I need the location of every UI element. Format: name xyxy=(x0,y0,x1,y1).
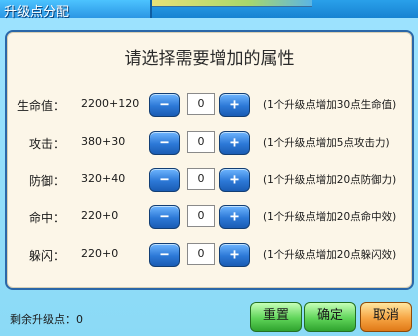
attribute-row-dodge: 躲闪： 220+0 − 0 + (1个升级点增加20点躲闪效) xyxy=(7,242,412,268)
increase-button[interactable]: + xyxy=(219,93,250,117)
plus-icon: + xyxy=(229,245,240,263)
increase-button[interactable]: + xyxy=(219,131,250,155)
attribute-label: 防御： xyxy=(28,174,65,188)
cancel-button[interactable]: 取消 xyxy=(360,302,412,332)
allocation-input[interactable]: 0 xyxy=(187,168,215,190)
reset-button[interactable]: 重置 xyxy=(250,302,302,332)
attribute-value: 380+30 xyxy=(81,135,126,148)
increase-button[interactable]: + xyxy=(219,205,250,229)
attribute-note: (1个升级点增加30点生命值) xyxy=(263,99,397,111)
attribute-panel: 请选择需要增加的属性 生命值： 2200+120 − 0 + (1个升级点增加3… xyxy=(5,30,414,290)
allocation-input[interactable]: 0 xyxy=(187,205,215,227)
attribute-label: 命中： xyxy=(28,211,65,225)
confirm-button-label: 确定 xyxy=(316,308,343,323)
confirm-button[interactable]: 确定 xyxy=(304,302,356,332)
attribute-label: 攻击： xyxy=(28,137,65,151)
allocation-input[interactable]: 0 xyxy=(187,93,215,115)
decrease-button[interactable]: − xyxy=(149,168,180,192)
increase-button[interactable]: + xyxy=(219,168,250,192)
title-tab: 升级点分配 xyxy=(0,0,152,20)
minus-icon: − xyxy=(159,95,170,113)
attribute-value: 320+40 xyxy=(81,172,126,185)
attribute-value: 2200+120 xyxy=(81,97,140,110)
attribute-label: 生命值： xyxy=(16,99,65,113)
minus-icon: − xyxy=(159,245,170,263)
attribute-row-attack: 攻击： 380+30 − 0 + (1个升级点增加5点攻击力) xyxy=(7,130,412,156)
plus-icon: + xyxy=(229,95,240,113)
reset-button-label: 重置 xyxy=(262,308,289,323)
decrease-button[interactable]: − xyxy=(149,131,180,155)
attribute-label: 躲闪： xyxy=(28,249,65,263)
attribute-value: 220+0 xyxy=(81,247,119,260)
decrease-button[interactable]: − xyxy=(149,243,180,267)
title-bar: 升级点分配 xyxy=(0,0,418,20)
decrease-button[interactable]: − xyxy=(149,205,180,229)
allocation-input[interactable]: 0 xyxy=(187,243,215,265)
attribute-note: (1个升级点增加20点防御力) xyxy=(263,174,397,186)
attribute-row-hit: 命中： 220+0 − 0 + (1个升级点增加20点命中效) xyxy=(7,204,412,230)
increase-button[interactable]: + xyxy=(219,243,250,267)
dialog-title: 升级点分配 xyxy=(4,5,70,20)
attribute-row-hp: 生命值： 2200+120 − 0 + (1个升级点增加30点生命值) xyxy=(7,92,412,118)
plus-icon: + xyxy=(229,133,240,151)
attribute-note: (1个升级点增加5点攻击力) xyxy=(263,137,390,149)
title-decoration xyxy=(152,0,312,7)
upgrade-dialog: 升级点分配 请选择需要增加的属性 生命值： 2200+120 − 0 + (1个… xyxy=(0,0,418,336)
attribute-note: (1个升级点增加20点命中效) xyxy=(263,211,397,223)
minus-icon: − xyxy=(159,207,170,225)
plus-icon: + xyxy=(229,207,240,225)
attribute-value: 220+0 xyxy=(81,209,119,222)
allocation-input[interactable]: 0 xyxy=(187,131,215,153)
minus-icon: − xyxy=(159,133,170,151)
plus-icon: + xyxy=(229,170,240,188)
panel-heading: 请选择需要增加的属性 xyxy=(124,49,295,69)
decrease-button[interactable]: − xyxy=(149,93,180,117)
attribute-row-defense: 防御： 320+40 − 0 + (1个升级点增加20点防御力) xyxy=(7,167,412,193)
minus-icon: − xyxy=(159,170,170,188)
cancel-button-label: 取消 xyxy=(372,308,399,323)
remaining-points: 剩余升级点：0 xyxy=(10,313,83,326)
attribute-note: (1个升级点增加20点躲闪效) xyxy=(263,249,397,261)
